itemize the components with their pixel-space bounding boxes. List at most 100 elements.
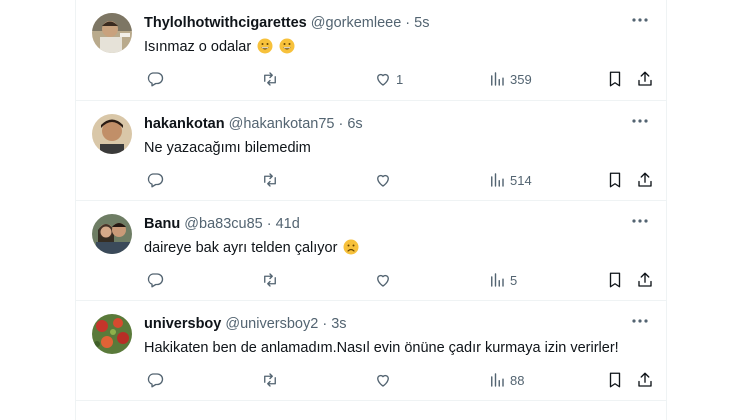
timestamp[interactable]: 5s: [414, 15, 429, 31]
tweet-actions: 514: [136, 169, 656, 191]
avatar[interactable]: [92, 13, 132, 53]
reply-button[interactable]: [146, 369, 164, 391]
frowning-face-emoji: [343, 239, 359, 260]
tweet-text: daireye bak ayrı telden çalıyor: [144, 239, 646, 260]
avatar[interactable]: [92, 114, 132, 154]
avatar[interactable]: [92, 214, 132, 254]
bookmark-button[interactable]: [606, 369, 624, 391]
tweet-header: universboy @universboy2 · 3s: [144, 315, 626, 333]
views-button[interactable]: 88: [488, 369, 524, 391]
views-button[interactable]: 5: [488, 269, 517, 291]
share-button[interactable]: [636, 369, 654, 391]
views-button[interactable]: 359: [488, 68, 532, 90]
like-icon: [374, 70, 392, 88]
like-icon: [374, 171, 392, 189]
bookmark-icon: [606, 271, 624, 289]
grinning-face-emoji: [279, 38, 295, 59]
tweet-header: Banu @ba83cu85 · 41d: [144, 215, 626, 233]
view-count: 5: [510, 272, 518, 288]
tweet-actions: 1 359: [136, 68, 656, 90]
share-button[interactable]: [636, 169, 654, 191]
more-icon[interactable]: [630, 311, 650, 331]
share-icon: [636, 70, 654, 88]
display-name[interactable]: Banu: [144, 216, 180, 232]
like-count: 1: [396, 71, 404, 87]
separator-dot: ·: [266, 216, 272, 232]
tweet-text: Hakikaten ben de anlamadım.Nasıl evin ön…: [144, 339, 646, 357]
display-name[interactable]: universboy: [144, 316, 221, 332]
tweet-text-content: Hakikaten ben de anlamadım.Nasıl evin ön…: [144, 340, 619, 356]
bookmark-button[interactable]: [606, 68, 624, 90]
share-icon: [636, 271, 654, 289]
views-icon: [488, 70, 506, 88]
user-handle[interactable]: @ba83cu85: [184, 216, 262, 232]
display-name[interactable]: Thylolhotwithcigarettes: [144, 15, 307, 31]
reply-icon: [146, 171, 164, 189]
views-icon: [488, 171, 506, 189]
more-icon[interactable]: [630, 10, 650, 30]
tweet[interactable]: universboy @universboy2 · 3s Hakikaten b…: [76, 301, 666, 401]
tweet-header: Thylolhotwithcigarettes @gorkemleee · 5s: [144, 14, 626, 32]
reply-icon: [146, 70, 164, 88]
share-icon: [636, 371, 654, 389]
avatar[interactable]: [92, 314, 132, 354]
view-count: 88: [510, 372, 525, 388]
tweet-text: Ne yazacağımı bilemedim: [144, 139, 646, 157]
share-icon: [636, 171, 654, 189]
reply-icon: [146, 371, 164, 389]
tweet-actions: 88: [136, 369, 656, 391]
user-handle[interactable]: @gorkemleee: [311, 15, 401, 31]
timestamp[interactable]: 41d: [276, 216, 300, 232]
like-button[interactable]: [374, 369, 396, 391]
views-button[interactable]: 514: [488, 169, 532, 191]
separator-dot: ·: [338, 116, 344, 132]
like-icon: [374, 371, 392, 389]
retweet-icon: [261, 371, 279, 389]
retweet-button[interactable]: [261, 68, 279, 90]
tweet-text-content: daireye bak ayrı telden çalıyor: [144, 240, 338, 256]
view-count: 359: [510, 71, 532, 87]
tweet-text: Isınmaz o odalar: [144, 38, 646, 59]
bookmark-icon: [606, 371, 624, 389]
retweet-icon: [261, 171, 279, 189]
retweet-button[interactable]: [261, 169, 279, 191]
separator-dot: ·: [405, 15, 411, 31]
bookmark-button[interactable]: [606, 169, 624, 191]
more-icon[interactable]: [630, 211, 650, 231]
share-button[interactable]: [636, 269, 654, 291]
views-icon: [488, 271, 506, 289]
tweet-header: hakankotan @hakankotan75 · 6s: [144, 115, 626, 133]
display-name[interactable]: hakankotan: [144, 116, 225, 132]
reply-icon: [146, 271, 164, 289]
reply-button[interactable]: [146, 169, 164, 191]
timestamp[interactable]: 3s: [331, 316, 346, 332]
tweet[interactable]: Thylolhotwithcigarettes @gorkemleee · 5s…: [76, 0, 666, 101]
like-button[interactable]: 1: [374, 68, 403, 90]
like-icon: [374, 271, 392, 289]
tweet-text-content: Isınmaz o odalar: [144, 39, 252, 55]
user-handle[interactable]: @hakankotan75: [229, 116, 335, 132]
views-icon: [488, 371, 506, 389]
separator-dot: ·: [322, 316, 328, 332]
reply-button[interactable]: [146, 269, 164, 291]
like-button[interactable]: [374, 269, 396, 291]
tweet-timeline: Thylolhotwithcigarettes @gorkemleee · 5s…: [75, 0, 667, 420]
bookmark-button[interactable]: [606, 269, 624, 291]
grinning-face-emoji: [257, 38, 273, 59]
share-button[interactable]: [636, 68, 654, 90]
more-icon[interactable]: [630, 111, 650, 131]
user-handle[interactable]: @universboy2: [225, 316, 318, 332]
timestamp[interactable]: 6s: [347, 116, 362, 132]
page: Thylolhotwithcigarettes @gorkemleee · 5s…: [0, 0, 730, 420]
tweet[interactable]: hakankotan @hakankotan75 · 6s Ne yazacağ…: [76, 101, 666, 201]
view-count: 514: [510, 172, 532, 188]
bookmark-icon: [606, 70, 624, 88]
like-button[interactable]: [374, 169, 396, 191]
retweet-icon: [261, 70, 279, 88]
tweet-text-content: Ne yazacağımı bilemedim: [144, 140, 311, 156]
tweet[interactable]: Banu @ba83cu85 · 41d daireye bak ayrı te…: [76, 201, 666, 301]
reply-button[interactable]: [146, 68, 164, 90]
retweet-button[interactable]: [261, 369, 279, 391]
retweet-button[interactable]: [261, 269, 279, 291]
retweet-icon: [261, 271, 279, 289]
